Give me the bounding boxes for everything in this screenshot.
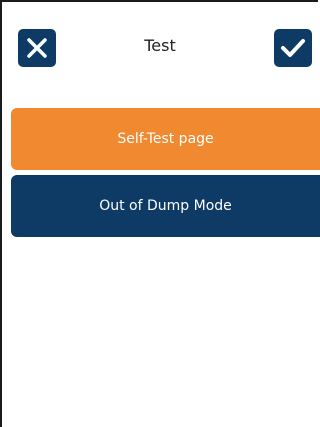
test-screen: Test Self-Test page Out of Dump Mode bbox=[0, 0, 320, 427]
check-icon bbox=[281, 39, 305, 57]
page-title: Test bbox=[144, 36, 176, 55]
out-of-dump-mode-button[interactable]: Out of Dump Mode bbox=[11, 175, 320, 237]
header-bar: Test bbox=[2, 2, 318, 90]
self-test-page-button[interactable]: Self-Test page bbox=[11, 108, 320, 170]
confirm-button[interactable] bbox=[274, 29, 312, 67]
